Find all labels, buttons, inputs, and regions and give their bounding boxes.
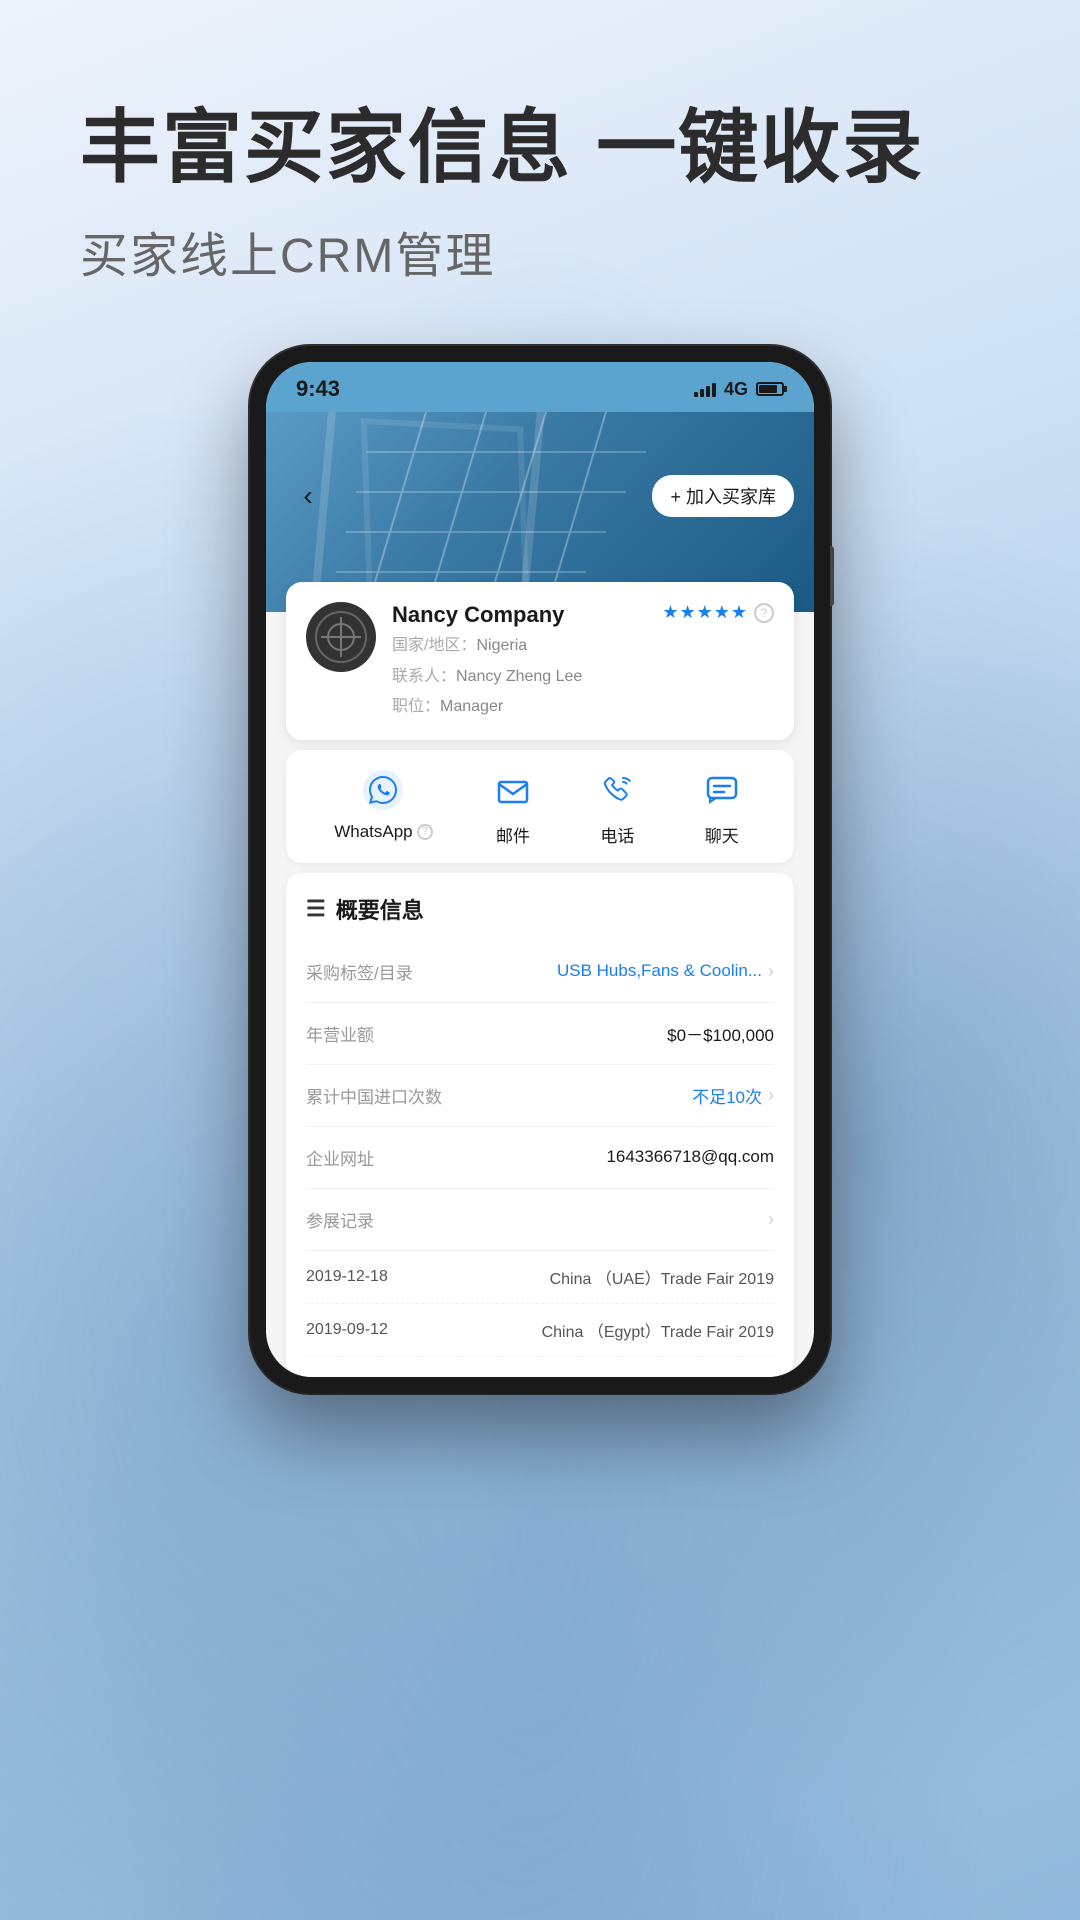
tags-label: 采购标签/目录: [306, 959, 413, 984]
status-bar: 9:43 4G: [266, 362, 814, 412]
chat-label: 聊天: [705, 822, 739, 847]
imports-label: 累计中国进口次数: [306, 1083, 442, 1108]
page-content: 丰富买家信息 一键收录 买家线上CRM管理 9:43 4G: [0, 0, 1080, 1920]
company-contact: 联系人：Nancy Zheng Lee: [392, 664, 646, 690]
sub-title: 买家线上CRM管理: [80, 216, 1000, 286]
trade-date-1: 2019-12-18: [306, 1268, 388, 1286]
info-section: ☰ 概要信息 采购标签/目录 USB Hubs,Fans & Coolin...…: [286, 873, 794, 1377]
company-position: 职位：Manager: [392, 694, 646, 720]
info-row-records[interactable]: 参展记录 ›: [306, 1189, 774, 1251]
info-row-tags[interactable]: 采购标签/目录 USB Hubs,Fans & Coolin... ›: [306, 941, 774, 1003]
revenue-value: $0－$100,000: [667, 1021, 774, 1046]
phone-label: 电话: [600, 822, 634, 847]
country-label: 国家/地区：: [392, 637, 476, 654]
phone-side-button: [830, 546, 834, 606]
action-row: WhatsApp ? 邮件: [286, 750, 794, 863]
whatsapp-icon: [359, 766, 407, 814]
company-name: Nancy Company: [392, 602, 646, 628]
trade-event-1: China （UAE）Trade Fair 2019: [550, 1265, 774, 1289]
trade-date-2: 2019-09-12: [306, 1321, 388, 1339]
info-row-imports[interactable]: 累计中国进口次数 不足10次 ›: [306, 1065, 774, 1127]
chat-icon: [698, 766, 746, 814]
status-icons: 4G: [694, 379, 784, 400]
section-title: ☰ 概要信息: [306, 893, 774, 925]
back-arrow-icon: ‹: [303, 482, 312, 510]
info-row-revenue: 年营业额 $0－$100,000: [306, 1003, 774, 1065]
whatsapp-label: WhatsApp ?: [334, 822, 432, 842]
phone-icon: [593, 766, 641, 814]
network-type: 4G: [724, 379, 748, 400]
records-label: 参展记录: [306, 1207, 374, 1232]
main-title: 丰富买家信息 一键收录: [80, 100, 1000, 196]
action-chat[interactable]: 聊天: [698, 766, 746, 847]
battery-icon: [756, 382, 784, 396]
trade-record-1: 2019-12-18 China （UAE）Trade Fair 2019: [306, 1251, 774, 1304]
action-phone[interactable]: 电话: [593, 766, 641, 847]
action-mail[interactable]: 邮件: [489, 766, 537, 847]
back-button[interactable]: ‹: [286, 474, 330, 518]
trade-record-2: 2019-09-12 China （Egypt）Trade Fair 2019: [306, 1304, 774, 1357]
status-time: 9:43: [296, 376, 340, 402]
add-buyer-button[interactable]: + 加入买家库: [652, 475, 794, 517]
phone-screen: 9:43 4G: [266, 362, 814, 1377]
add-buyer-label: + 加入买家库: [670, 483, 776, 509]
action-whatsapp[interactable]: WhatsApp ?: [334, 766, 432, 847]
records-value: ›: [768, 1209, 774, 1230]
tags-value: USB Hubs,Fans & Coolin... ›: [557, 961, 774, 982]
whatsapp-help-icon[interactable]: ?: [417, 824, 433, 840]
imports-chevron: ›: [768, 1085, 774, 1106]
revenue-label: 年营业额: [306, 1021, 374, 1046]
company-country: 国家/地区：Nigeria: [392, 633, 646, 659]
section-icon: ☰: [306, 896, 326, 922]
company-logo: [306, 602, 376, 672]
records-chevron: ›: [768, 1209, 774, 1230]
info-row-website: 企业网址 1643366718@qq.com: [306, 1127, 774, 1189]
position-label: 职位：: [392, 698, 440, 715]
contact-label: 联系人：: [392, 668, 456, 685]
header-section: 丰富买家信息 一键收录 买家线上CRM管理: [0, 0, 1080, 286]
imports-value: 不足10次 ›: [692, 1083, 774, 1108]
nav-bar: ‹ + 加入买家库: [266, 462, 814, 530]
star-rating: ★★★★★: [662, 602, 748, 623]
signal-icon: [694, 381, 716, 397]
mail-label: 邮件: [496, 822, 530, 847]
website-value: 1643366718@qq.com: [606, 1147, 774, 1167]
star-container: ★★★★★ ?: [662, 602, 774, 623]
tags-chevron: ›: [768, 961, 774, 982]
website-label: 企业网址: [306, 1145, 374, 1170]
rating-help-icon[interactable]: ?: [754, 603, 774, 623]
company-info: Nancy Company 国家/地区：Nigeria 联系人：Nancy Zh…: [392, 602, 646, 720]
company-card: Nancy Company 国家/地区：Nigeria 联系人：Nancy Zh…: [286, 582, 794, 740]
trade-event-2: China （Egypt）Trade Fair 2019: [542, 1318, 774, 1342]
phone-mockup: 9:43 4G: [250, 346, 830, 1393]
mail-icon: [489, 766, 537, 814]
